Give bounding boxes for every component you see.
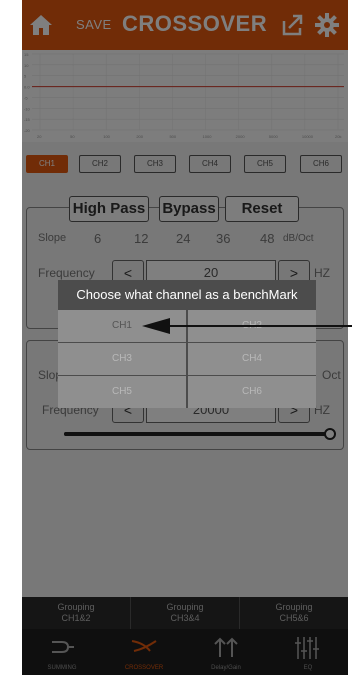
dialog-option-ch5[interactable]: CH5 bbox=[58, 376, 186, 408]
dialog-title: Choose what channel as a benchMark bbox=[76, 287, 298, 302]
dialog-option-ch3[interactable]: CH3 bbox=[58, 343, 186, 375]
dialog-option-ch1[interactable]: CH1 bbox=[58, 310, 186, 342]
app-screen: SAVE CROSSOVER 151050.0-5-10-15-2020501 bbox=[22, 0, 348, 675]
benchmark-channel-dialog: Choose what channel as a benchMark CH1 C… bbox=[58, 280, 316, 408]
dialog-option-ch6[interactable]: CH6 bbox=[188, 376, 316, 408]
dialog-option-ch2[interactable]: CH2 bbox=[188, 310, 316, 342]
dialog-option-grid: CH1 CH2 CH3 CH4 CH5 CH6 bbox=[58, 310, 316, 408]
dialog-option-ch4[interactable]: CH4 bbox=[188, 343, 316, 375]
